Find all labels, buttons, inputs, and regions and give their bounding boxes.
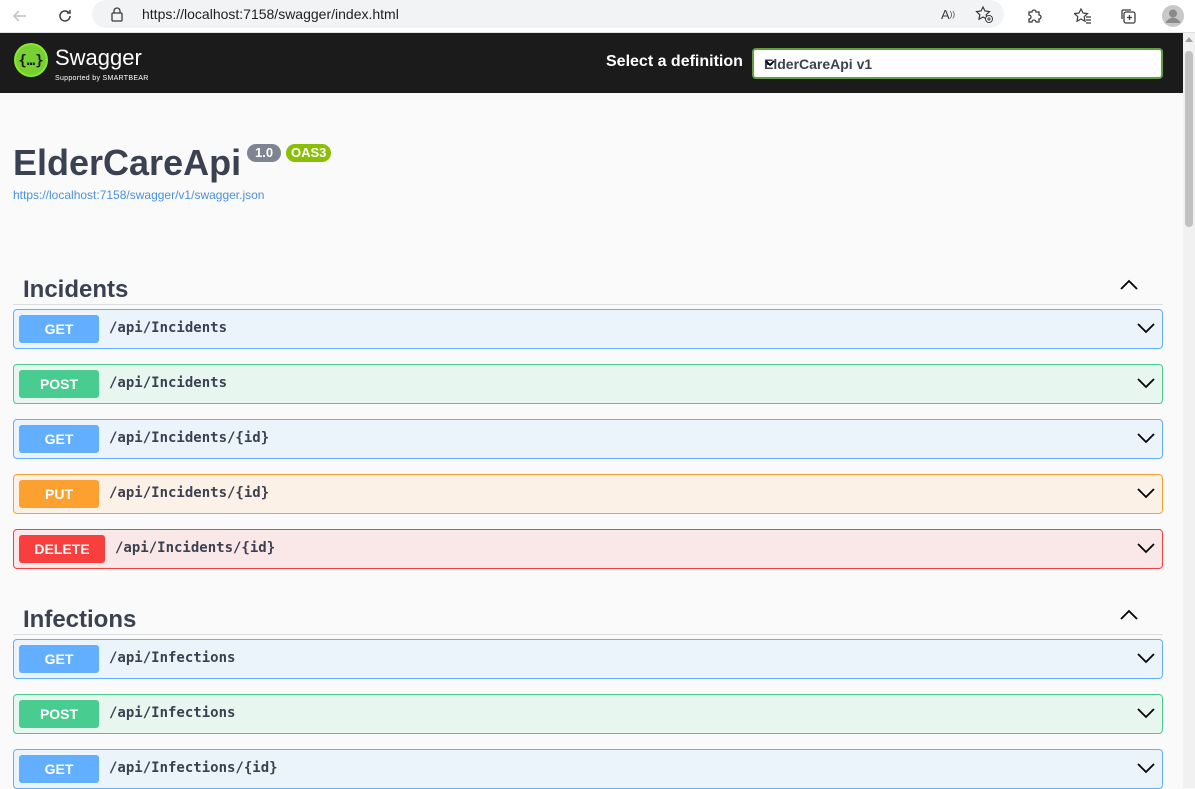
brand-name: Swagger xyxy=(55,45,142,70)
svg-text:{…}: {…} xyxy=(18,53,43,69)
definition-select[interactable]: ElderCareApi v1 xyxy=(752,48,1163,79)
operation-path[interactable]: /api/Infections xyxy=(109,705,235,721)
operation-post-infections[interactable]: POST /api/Infections xyxy=(13,694,1163,734)
definition-label: Select a definition xyxy=(606,53,743,70)
brand-subtitle: Supported by SMARTBEAR xyxy=(55,75,149,82)
chevron-down-icon xyxy=(764,56,1147,72)
back-icon[interactable] xyxy=(8,4,32,28)
chevron-down-icon[interactable] xyxy=(1136,650,1156,671)
method-badge[interactable]: PUT xyxy=(19,480,99,508)
operation-post-incidents[interactable]: POST /api/Incidents xyxy=(13,364,1163,404)
method-badge[interactable]: GET xyxy=(19,315,99,343)
chevron-down-icon[interactable] xyxy=(1136,375,1156,396)
spec-json-link[interactable]: https://localhost:7158/swagger/v1/swagge… xyxy=(13,188,264,202)
add-favorite-icon[interactable] xyxy=(974,4,994,24)
version-badge: 1.0 xyxy=(247,144,282,162)
method-badge[interactable]: DELETE xyxy=(19,535,105,563)
tag-section-incidents[interactable]: Incidents xyxy=(13,264,1163,305)
tag-section-infections[interactable]: Infections xyxy=(13,594,1163,635)
browser-toolbar: https://localhost:7158/swagger/index.htm… xyxy=(0,0,1195,33)
chevron-down-icon[interactable] xyxy=(1136,760,1156,781)
profile-avatar-icon[interactable] xyxy=(1161,4,1185,28)
operation-path[interactable]: /api/Infections/{id} xyxy=(109,760,278,776)
refresh-icon[interactable] xyxy=(53,4,77,28)
operation-path[interactable]: /api/Infections xyxy=(109,650,235,666)
operation-get-incidents[interactable]: GET /api/Incidents xyxy=(13,309,1163,349)
swagger-topbar: {…} Swagger Supported by SMARTBEAR Selec… xyxy=(0,33,1183,93)
extensions-icon[interactable] xyxy=(1022,4,1046,28)
favorites-icon[interactable] xyxy=(1071,4,1095,28)
chevron-down-icon[interactable] xyxy=(1136,705,1156,726)
swagger-logo-icon[interactable]: {…} xyxy=(13,42,49,83)
operation-path[interactable]: /api/Incidents/{id} xyxy=(109,430,269,446)
oas-badge: OAS3 xyxy=(286,144,332,162)
method-badge[interactable]: GET xyxy=(19,755,99,783)
chevron-up-icon[interactable] xyxy=(1119,278,1139,297)
chevron-down-icon[interactable] xyxy=(1136,540,1156,561)
operation-get-incident-by-id[interactable]: GET /api/Incidents/{id} xyxy=(13,419,1163,459)
operation-path[interactable]: /api/Incidents/{id} xyxy=(109,485,269,501)
api-title: ElderCareApi xyxy=(13,142,242,183)
method-badge[interactable]: GET xyxy=(19,645,99,673)
scroll-up-arrow-icon[interactable] xyxy=(1185,37,1193,42)
operation-put-incident-by-id[interactable]: PUT /api/Incidents/{id} xyxy=(13,474,1163,514)
chevron-down-icon[interactable] xyxy=(1136,320,1156,341)
tag-title[interactable]: Infections xyxy=(23,606,136,634)
method-badge[interactable]: POST xyxy=(19,700,99,728)
method-badge[interactable]: GET xyxy=(19,425,99,453)
chevron-down-icon[interactable] xyxy=(1136,430,1156,451)
operation-path[interactable]: /api/Incidents xyxy=(109,375,227,391)
tag-title[interactable]: Incidents xyxy=(23,276,128,304)
address-bar[interactable]: https://localhost:7158/swagger/index.htm… xyxy=(92,0,1004,28)
operation-path[interactable]: /api/Incidents/{id} xyxy=(115,540,275,556)
method-badge[interactable]: POST xyxy=(19,370,99,398)
operation-path[interactable]: /api/Incidents xyxy=(109,320,227,336)
lock-icon xyxy=(110,6,124,27)
operation-get-infections[interactable]: GET /api/Infections xyxy=(13,639,1163,679)
collections-icon[interactable] xyxy=(1116,4,1140,28)
operation-delete-incident-by-id[interactable]: DELETE /api/Incidents/{id} xyxy=(13,529,1163,569)
page-scrollbar[interactable] xyxy=(1183,33,1195,788)
operation-get-infection-by-id[interactable]: GET /api/Infections/{id} xyxy=(13,749,1163,789)
read-aloud-icon[interactable]: A)) xyxy=(938,4,958,24)
chevron-up-icon[interactable] xyxy=(1119,608,1139,627)
scrollbar-thumb[interactable] xyxy=(1185,51,1193,227)
address-url[interactable]: https://localhost:7158/swagger/index.htm… xyxy=(142,6,399,22)
chevron-down-icon[interactable] xyxy=(1136,485,1156,506)
